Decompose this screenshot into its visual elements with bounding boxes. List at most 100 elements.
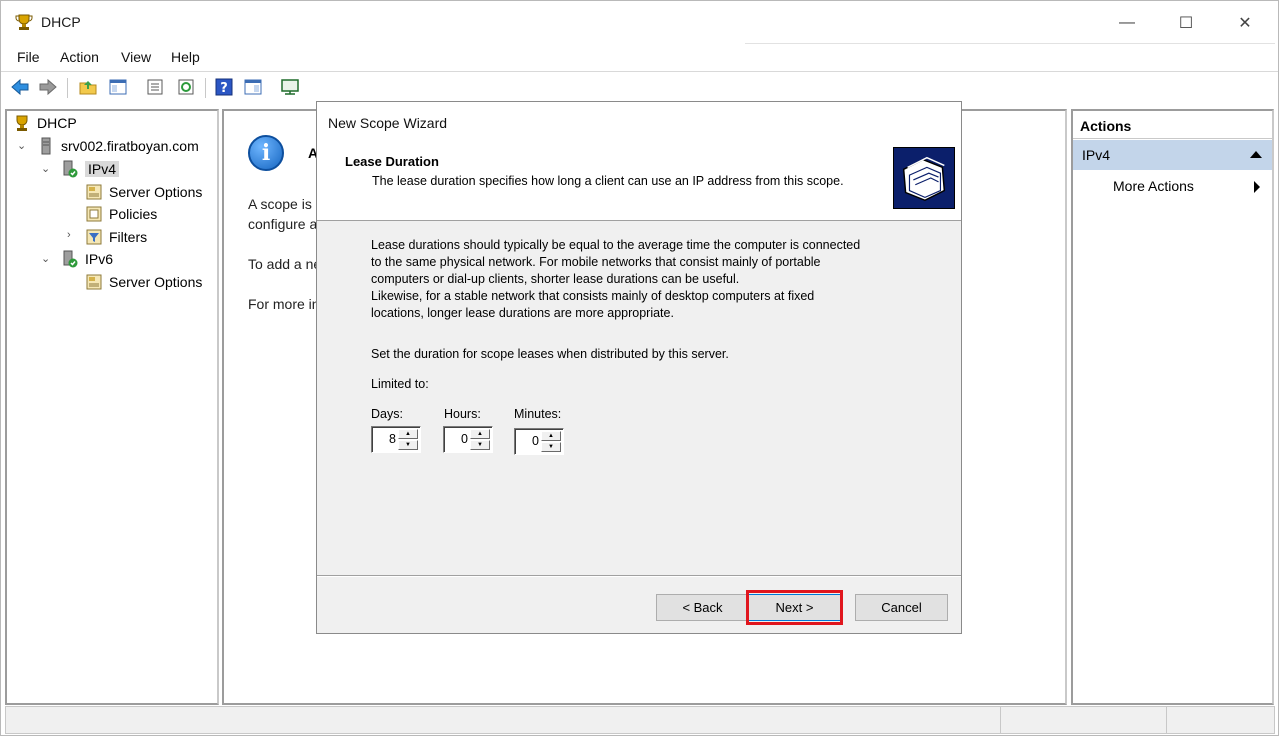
show-hide-action-pane-icon[interactable] [243,77,263,97]
title-divider [745,43,1275,44]
minutes-spinbox[interactable]: 0 ▲ ▼ [514,428,564,455]
minutes-label: Minutes: [514,407,562,421]
help-icon[interactable]: ? [214,77,234,97]
server-monitor-icon[interactable] [280,77,300,97]
tree-node-ipv4[interactable]: IPv4 [61,159,120,179]
center-text-line: A scope is a [248,196,324,212]
cancel-button[interactable]: Cancel [855,594,948,621]
actions-section-ipv4[interactable]: IPv4 [1073,140,1272,170]
tree-label: srv002.firatboyan.com [61,138,199,154]
toolbar-separator [67,78,68,98]
wizard-description-line: Likewise, for a stable network that cons… [371,289,815,303]
wizard-page-title: Lease Duration [345,154,439,169]
hours-down-arrow-icon[interactable]: ▼ [470,440,490,450]
hours-spin-buttons: ▲ ▼ [470,429,490,450]
tree-node-ipv6[interactable]: IPv6 [61,249,113,269]
actions-pane: Actions IPv4 More Actions [1071,109,1274,705]
more-actions-item[interactable]: More Actions [1073,173,1272,199]
server-ok-icon [63,250,78,268]
back-button[interactable]: < Back [656,594,749,621]
svg-text:?: ? [220,81,228,96]
show-hide-tree-icon[interactable] [108,77,128,97]
forward-arrow-icon[interactable] [38,77,58,97]
new-scope-wizard-dialog: New Scope Wizard Lease Duration The leas… [316,101,962,634]
filters-icon [86,229,102,245]
refresh-icon[interactable] [176,77,196,97]
console-tree: DHCP ⌄ srv002.firatboyan.com ⌄ IPv4 Serv… [5,109,219,705]
center-text-line: For more in [248,296,320,312]
server-options-icon [86,274,102,290]
tree-node-filters[interactable]: Filters [85,227,147,247]
center-text-line: To add a ne [248,256,322,272]
hours-up-arrow-icon[interactable]: ▲ [470,429,490,439]
status-divider [1166,707,1167,733]
tree-node-dhcp[interactable]: DHCP [13,113,77,133]
minutes-value[interactable]: 0 [532,434,539,448]
toolbar: ? [1,71,1278,103]
minutes-up-arrow-icon[interactable]: ▲ [541,431,561,441]
menu-action[interactable]: Action [60,49,99,65]
limited-to-label: Limited to: [371,377,429,391]
up-folder-icon[interactable] [78,77,98,97]
wizard-page-subtitle: The lease duration specifies how long a … [372,174,844,188]
title-bar: DHCP — ☐ ✕ [1,1,1278,45]
days-value[interactable]: 8 [389,432,396,446]
days-spinbox[interactable]: 8 ▲ ▼ [371,426,421,453]
wizard-body: Lease durations should typically be equa… [317,222,961,575]
next-button-highlight [746,590,843,625]
back-arrow-icon[interactable] [10,77,30,97]
tree-node-server[interactable]: srv002.firatboyan.com [37,136,199,156]
minimize-button[interactable]: — [1098,1,1156,45]
status-bar [5,706,1275,734]
chevron-right-icon[interactable]: › [67,229,71,241]
hours-spinbox[interactable]: 0 ▲ ▼ [443,426,493,453]
actions-section-label: IPv4 [1082,147,1111,163]
tree-label: Server Options [109,274,203,290]
wizard-description-line: computers or dial-up clients, shorter le… [371,272,740,286]
wizard-description-line: to the same physical network. For mobile… [371,255,821,269]
days-down-arrow-icon[interactable]: ▼ [398,440,418,450]
menu-view[interactable]: View [121,49,151,65]
info-icon: i [248,135,284,171]
more-actions-label: More Actions [1113,178,1194,194]
wizard-instruction: Set the duration for scope leases when d… [371,347,729,361]
chevron-down-icon[interactable]: ⌄ [41,252,50,265]
menu-help[interactable]: Help [171,49,200,65]
menu-bar: File Action View Help [1,45,1278,70]
hours-value[interactable]: 0 [461,432,468,446]
hours-label: Hours: [444,407,481,421]
tree-label: Policies [109,206,158,222]
close-button[interactable]: ✕ [1216,1,1274,45]
minutes-down-arrow-icon[interactable]: ▼ [541,442,561,452]
wizard-description-line: Lease durations should typically be equa… [371,238,861,252]
tree-node-ipv6-server-options[interactable]: Server Options [85,272,202,292]
wizard-title-bar: New Scope Wizard [317,101,961,141]
tree-label: IPv6 [85,251,114,267]
actions-header: Actions [1073,111,1272,139]
tree-label: DHCP [37,115,77,131]
wizard-header: Lease Duration The lease duration specif… [317,141,961,221]
tree-node-ipv4-server-options[interactable]: Server Options [85,182,202,202]
maximize-button[interactable]: ☐ [1157,1,1215,45]
tree-label: IPv4 [85,161,120,177]
tree-node-policies[interactable]: Policies [85,204,157,224]
tree-label: Filters [109,229,148,245]
chevron-down-icon[interactable]: ⌄ [41,162,50,175]
days-spin-buttons: ▲ ▼ [398,429,418,450]
toolbar-separator [205,78,206,98]
dhcp-trophy-icon [15,14,33,30]
days-up-arrow-icon[interactable]: ▲ [398,429,418,439]
minutes-spin-buttons: ▲ ▼ [541,431,561,452]
properties-icon[interactable] [145,77,165,97]
wizard-title: New Scope Wizard [328,115,448,131]
dhcp-trophy-icon [16,115,28,131]
collapse-arrow-icon[interactable] [1250,151,1262,158]
wizard-footer: < Back Next > Cancel [317,575,961,634]
chevron-down-icon[interactable]: ⌄ [17,139,26,152]
tree-label: Server Options [109,184,203,200]
submenu-arrow-icon [1254,181,1260,193]
menu-file[interactable]: File [17,49,40,65]
server-options-icon [86,184,102,200]
server-ok-icon [63,160,78,178]
status-divider [1000,707,1001,733]
